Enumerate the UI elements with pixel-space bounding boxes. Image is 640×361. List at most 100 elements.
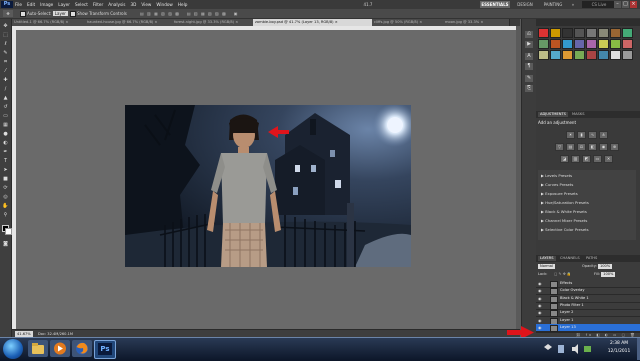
posterize-adjustment-icon[interactable]: ▥ xyxy=(571,155,580,163)
workspace-more[interactable]: » xyxy=(568,1,578,8)
swatch[interactable] xyxy=(538,50,549,60)
preset-item[interactable]: ▶ Curves Presets xyxy=(541,182,573,188)
move-tool-icon[interactable]: ✥ xyxy=(2,23,9,29)
visibility-eye-icon[interactable]: ◉ xyxy=(538,318,542,323)
swatch[interactable] xyxy=(562,50,573,60)
photo-filter-adjustment-icon[interactable]: ◉ xyxy=(599,143,608,151)
swatch[interactable] xyxy=(574,39,585,49)
swatch[interactable] xyxy=(538,39,549,49)
path-select-tool-icon[interactable]: ➤ xyxy=(2,167,9,173)
tab-layers[interactable]: LAYERS xyxy=(538,256,556,261)
threshold-adjustment-icon[interactable]: ◩ xyxy=(582,155,591,163)
menu-edit[interactable]: Edit xyxy=(27,0,35,9)
preset-item[interactable]: ▶ Black & White Presets xyxy=(541,209,587,215)
swatch[interactable] xyxy=(610,50,621,60)
zoom-dropdown[interactable]: 41.7 xyxy=(360,1,376,8)
eyedropper-tool-icon[interactable]: ⁄ xyxy=(2,68,9,74)
vertical-scrollbar[interactable] xyxy=(516,26,520,329)
visibility-eye-icon[interactable]: ◉ xyxy=(538,303,542,308)
selective-color-adjustment-icon[interactable]: ✕ xyxy=(604,155,613,163)
channel-mixer-adjustment-icon[interactable]: ⊕ xyxy=(610,143,619,151)
type-tool-icon[interactable]: T xyxy=(2,158,9,164)
tab-adjustments[interactable]: ADJUSTMENTS xyxy=(538,112,568,117)
preset-item[interactable]: ▶ Exposure Presets xyxy=(541,191,578,197)
cs-live-button[interactable]: CS Live xyxy=(582,1,614,8)
3d-orbit-tool-icon[interactable]: ◎ xyxy=(2,194,9,200)
swatch[interactable] xyxy=(610,28,621,38)
tab-channels[interactable]: CHANNELS xyxy=(558,256,582,261)
swatch[interactable] xyxy=(562,39,573,49)
swatch[interactable] xyxy=(574,28,585,38)
black-white-adjustment-icon[interactable]: ◧ xyxy=(588,143,597,151)
swatch[interactable] xyxy=(586,28,597,38)
invert-adjustment-icon[interactable]: ◪ xyxy=(560,155,569,163)
visibility-eye-icon[interactable]: ◉ xyxy=(538,281,542,286)
character-panel-icon[interactable]: A xyxy=(525,53,533,60)
visibility-eye-icon[interactable]: ◉ xyxy=(538,325,542,330)
lasso-tool-icon[interactable]: ℓ xyxy=(2,41,9,47)
menu-image[interactable]: Image xyxy=(40,0,53,9)
auto-select-option[interactable]: Auto-Select: Layer xyxy=(20,10,68,17)
tab-masks[interactable]: MASKS xyxy=(570,112,586,117)
minimize-button[interactable]: – xyxy=(614,1,621,8)
swatch[interactable] xyxy=(586,39,597,49)
menu-analysis[interactable]: Analysis xyxy=(108,0,125,9)
opacity-field[interactable]: 100% xyxy=(597,264,613,269)
menu-filter[interactable]: Filter xyxy=(93,0,103,9)
tab-paths[interactable]: PATHS xyxy=(584,256,599,261)
preset-item[interactable]: ▶ Levels Presets xyxy=(541,173,572,179)
maximize-button[interactable]: □ xyxy=(622,1,629,8)
brush-panel-icon[interactable]: ✎ xyxy=(525,75,533,82)
menu-3d[interactable]: 3D xyxy=(131,0,137,9)
background-color-swatch[interactable] xyxy=(5,228,12,235)
zoom-tool-icon[interactable]: ⚲ xyxy=(2,212,9,218)
taskbar-clock[interactable]: 2:38 AM 12/1/2011 xyxy=(601,340,637,358)
photoshop-task-icon[interactable]: Ps xyxy=(94,340,116,359)
menu-layer[interactable]: Layer xyxy=(58,0,70,9)
gradient-map-adjustment-icon[interactable]: ▭ xyxy=(593,155,602,163)
menu-window[interactable]: Window xyxy=(156,0,173,9)
menu-select[interactable]: Select xyxy=(75,0,88,9)
blend-mode-value[interactable]: Normal xyxy=(538,264,556,269)
layer-row[interactable]: ◉ Layer 13 xyxy=(536,323,640,332)
visibility-eye-icon[interactable]: ◉ xyxy=(538,310,542,315)
document-tab[interactable]: Untitled-1 @ 66.7% (RGB/8) × xyxy=(12,19,87,26)
lock-icons[interactable]: ▢ ✎ ✥ 🔒 xyxy=(554,272,571,277)
menu-view[interactable]: View xyxy=(141,0,151,9)
media-player-task-icon[interactable] xyxy=(50,340,70,357)
curves-adjustment-icon[interactable]: ∿ xyxy=(588,131,597,139)
swatch[interactable] xyxy=(598,28,609,38)
actions-panel-icon[interactable]: ▶ xyxy=(525,41,533,48)
swatch[interactable] xyxy=(574,50,585,60)
workspace-design[interactable]: DESIGN xyxy=(512,1,538,8)
swatch[interactable] xyxy=(562,28,573,38)
align-buttons-group[interactable]: ▤ ▥ ▦ ▧ ▨ ▩ ▤ ▥ ▦ ▧ ▨ ▩ ▣ xyxy=(140,10,238,17)
vertical-ruler[interactable] xyxy=(12,26,16,329)
crop-tool-icon[interactable]: ⌗ xyxy=(2,59,9,65)
vibrance-adjustment-icon[interactable]: ▽ xyxy=(555,143,564,151)
document-tab[interactable]: haunted-house.jpg @ 66.7% (RGB/8) × xyxy=(85,19,174,26)
firefox-task-icon[interactable] xyxy=(72,340,92,357)
blur-tool-icon[interactable]: ● xyxy=(2,131,9,137)
3d-rotate-tool-icon[interactable]: ⟳ xyxy=(2,185,9,191)
quick-select-tool-icon[interactable]: ✎ xyxy=(2,50,9,56)
paragraph-panel-icon[interactable]: ¶ xyxy=(525,63,533,70)
document-tab[interactable]: forest-night.jpg @ 33.3% (RGB/8) × xyxy=(172,19,255,26)
pen-tool-icon[interactable]: ✒ xyxy=(2,149,9,155)
workspace-essentials[interactable]: ESSENTIALS xyxy=(480,1,510,8)
gradient-tool-icon[interactable]: ▦ xyxy=(2,122,9,128)
show-transform-checkbox[interactable] xyxy=(70,11,76,17)
swatch[interactable] xyxy=(622,39,633,49)
menu-file[interactable]: File xyxy=(15,0,22,9)
fill-field[interactable]: 100% xyxy=(601,272,616,277)
levels-adjustment-icon[interactable]: ▮ xyxy=(577,131,586,139)
visibility-eye-icon[interactable]: ◉ xyxy=(538,288,542,293)
move-tool-preset-icon[interactable]: ✥ xyxy=(3,10,13,17)
explorer-task-icon[interactable] xyxy=(28,340,48,357)
swatch[interactable] xyxy=(550,39,561,49)
preset-item[interactable]: ▶ Selective Color Presets xyxy=(541,227,589,233)
horizontal-ruler[interactable] xyxy=(12,26,520,30)
document-tab[interactable]: zombie-boy.psd @ 41.7% (Layer 13, RGB/8)… xyxy=(253,19,374,26)
blend-mode-select[interactable]: Normal xyxy=(538,264,556,269)
quick-mask-icon[interactable]: ◙ xyxy=(2,241,9,247)
